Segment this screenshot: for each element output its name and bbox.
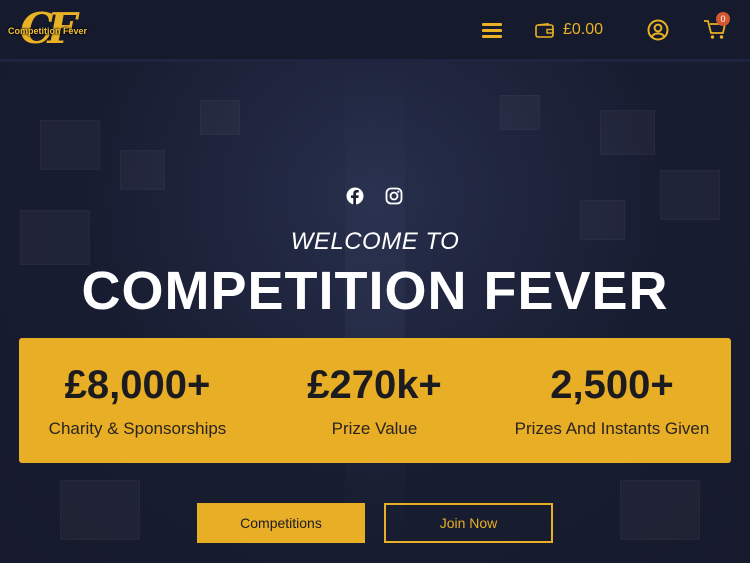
stat-prize-value: £270k+ Prize Value (256, 338, 493, 439)
wallet-button[interactable]: £0.00 (535, 18, 603, 42)
stat-charity: £8,000+ Charity & Sponsorships (19, 338, 256, 439)
welcome-subtitle: WELCOME TO (290, 228, 460, 255)
hero-title: COMPETITION FEVER (81, 261, 669, 321)
stat-value: £270k+ (307, 363, 442, 407)
wallet-icon (535, 22, 554, 38)
site-header: CF Competition Fever £0.00 0 (0, 0, 750, 62)
join-now-button[interactable]: Join Now (384, 503, 553, 543)
cart-button[interactable]: 0 (703, 12, 730, 40)
logo-name: Competition Fever (8, 26, 88, 36)
cart-count-badge: 0 (716, 12, 730, 26)
logo[interactable]: CF Competition Fever (8, 6, 90, 54)
social-links (346, 187, 424, 205)
hamburger-icon (482, 23, 502, 26)
instagram-icon[interactable] (385, 187, 403, 205)
menu-button[interactable] (482, 23, 502, 39)
stat-value: 2,500+ (550, 363, 674, 407)
stat-prizes-given: 2,500+ Prizes And Instants Given (493, 338, 731, 439)
stat-label: Prizes And Instants Given (514, 419, 710, 438)
competitions-button[interactable]: Competitions (197, 503, 365, 543)
stat-label: Prize Value (331, 419, 418, 438)
wallet-balance: £0.00 (563, 21, 604, 38)
stat-value: £8,000+ (64, 363, 211, 407)
facebook-icon[interactable] (346, 187, 364, 205)
user-circle-icon[interactable] (647, 19, 669, 41)
stats-panel: £8,000+ Charity & Sponsorships £270k+ Pr… (19, 338, 731, 463)
stat-label: Charity & Sponsorships (48, 419, 227, 438)
